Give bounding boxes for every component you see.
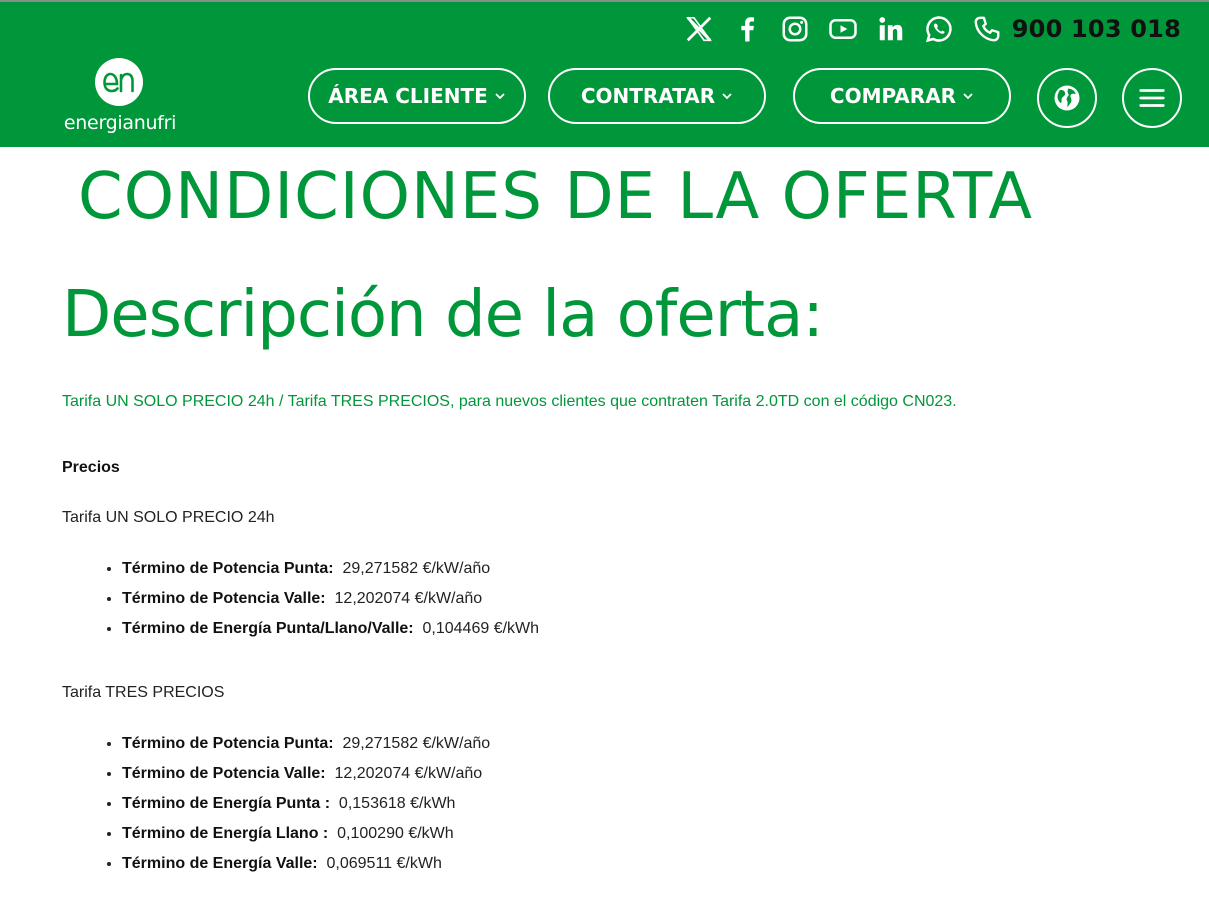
chevron-down-icon	[963, 93, 973, 100]
tarifa-un-solo-precio-title: Tarifa UN SOLO PRECIO 24h	[62, 509, 275, 526]
facebook-icon[interactable]	[730, 12, 764, 46]
list-item: Término de Potencia Punta: 29,271582 €/k…	[122, 729, 490, 759]
tarifa-un-solo-precio-list: Término de Potencia Punta: 29,271582 €/k…	[82, 554, 539, 644]
price-value: 0,104469 €/kWh	[422, 620, 540, 637]
logo-mark-icon	[95, 58, 143, 106]
price-value: 0,153618 €/kWh	[338, 795, 456, 812]
price-value: 0,069511 €/kWh	[326, 855, 442, 872]
comparar-button[interactable]: COMPARAR	[793, 68, 1011, 124]
offer-description-heading: Descripción de la oferta:	[62, 278, 824, 352]
offer-intro-text: Tarifa UN SOLO PRECIO 24h / Tarifa TRES …	[62, 393, 957, 410]
price-value: 12,202074 €/kW/año	[334, 590, 483, 607]
tarifa-tres-precios-title: Tarifa TRES PRECIOS	[62, 684, 225, 701]
chevron-down-icon	[722, 93, 732, 100]
globe-icon	[1054, 85, 1080, 111]
list-item: Término de Potencia Punta: 29,271582 €/k…	[122, 554, 539, 584]
price-label: Término de Potencia Valle:	[122, 590, 326, 607]
linkedin-icon[interactable]	[874, 12, 908, 46]
comparar-label: COMPARAR	[829, 84, 957, 108]
whatsapp-icon[interactable]	[922, 12, 956, 46]
list-item: Término de Energía Punta/Llano/Valle: 0,…	[122, 614, 539, 644]
site-header: 900 103 018 energianufri ÁREA CLIENTE CO…	[0, 2, 1209, 147]
price-value: 0,100290 €/kWh	[337, 825, 454, 842]
logo-text: energianufri	[63, 112, 177, 134]
tarifa-tres-precios-list: Término de Potencia Punta: 29,271582 €/k…	[82, 729, 490, 879]
area-cliente-label: ÁREA CLIENTE	[328, 84, 488, 108]
youtube-icon[interactable]	[826, 12, 860, 46]
price-label: Término de Potencia Punta:	[122, 560, 334, 577]
price-label: Término de Energía Punta :	[122, 795, 331, 812]
area-cliente-button[interactable]: ÁREA CLIENTE	[308, 68, 526, 124]
phone-icon[interactable]	[970, 12, 1004, 46]
x-icon[interactable]	[682, 12, 716, 46]
price-label: Término de Energía Punta/Llano/Valle:	[122, 620, 414, 637]
prices-label: Precios	[62, 459, 120, 476]
list-item: Término de Energía Llano : 0,100290 €/kW…	[122, 819, 490, 849]
price-label: Término de Energía Valle:	[122, 855, 318, 872]
price-value: 29,271582 €/kW/año	[342, 735, 491, 752]
hamburger-menu-icon	[1139, 89, 1165, 107]
price-label: Término de Potencia Valle:	[122, 765, 326, 782]
list-item: Término de Energía Valle: 0,069511 €/kWh	[122, 849, 490, 879]
page-title: CONDICIONES DE LA OFERTA	[78, 160, 1033, 234]
instagram-icon[interactable]	[778, 12, 812, 46]
language-button[interactable]	[1037, 68, 1097, 128]
menu-button[interactable]	[1122, 68, 1182, 128]
contratar-label: CONTRATAR	[580, 84, 716, 108]
list-item: Término de Energía Punta : 0,153618 €/kW…	[122, 789, 490, 819]
logo[interactable]: energianufri	[60, 56, 180, 140]
price-label: Término de Potencia Punta:	[122, 735, 334, 752]
contratar-button[interactable]: CONTRATAR	[548, 68, 766, 124]
chevron-down-icon	[495, 93, 505, 100]
list-item: Término de Potencia Valle: 12,202074 €/k…	[122, 759, 490, 789]
list-item: Término de Potencia Valle: 12,202074 €/k…	[122, 584, 539, 614]
price-label: Término de Energía Llano :	[122, 825, 329, 842]
price-value: 29,271582 €/kW/año	[342, 560, 491, 577]
price-value: 12,202074 €/kW/año	[334, 765, 483, 782]
phone-number-link[interactable]: 900 103 018	[1012, 15, 1181, 43]
social-bar: 900 103 018	[668, 12, 1181, 46]
